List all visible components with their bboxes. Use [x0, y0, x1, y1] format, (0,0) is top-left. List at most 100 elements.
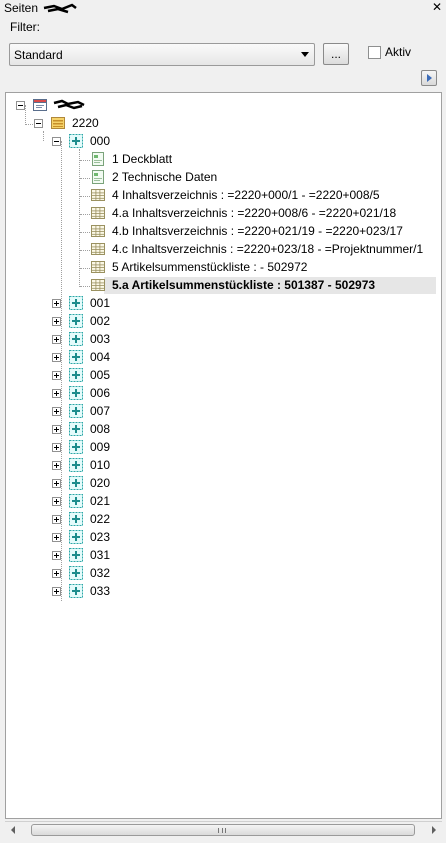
expand-toggle[interactable] [52, 317, 61, 326]
tree-page-item[interactable]: 4.a Inhaltsverzeichnis : =2220+008/6 - =… [68, 205, 438, 223]
tree-page-item[interactable]: 2 Technische Daten [68, 169, 438, 187]
expand-toggle[interactable] [52, 335, 61, 344]
tree-connector [80, 250, 90, 251]
tree-node-label: 2220 [72, 116, 99, 130]
collapse-toggle[interactable] [34, 119, 43, 128]
close-icon[interactable]: ✕ [430, 0, 444, 14]
structure-icon [69, 404, 83, 418]
structure-icon [69, 332, 83, 346]
scroll-right-icon[interactable] [432, 826, 436, 834]
collapse-toggle[interactable] [16, 101, 25, 110]
expand-toggle[interactable] [52, 497, 61, 506]
tree-node-003[interactable]: 003 [50, 331, 170, 349]
tree-node-001[interactable]: 001 [50, 295, 170, 313]
tree-node-label: 031 [90, 548, 111, 562]
tree-connector [80, 196, 90, 197]
active-checkbox-label[interactable]: Aktiv [385, 45, 411, 59]
expand-toggle[interactable] [52, 479, 61, 488]
page-table-icon [91, 243, 105, 255]
tree-node-010[interactable]: 010 [50, 457, 170, 475]
expand-toggle[interactable] [52, 587, 61, 596]
expand-toggle[interactable] [52, 569, 61, 578]
tree-node-020[interactable]: 020 [50, 475, 170, 493]
tree-node-007[interactable]: 007 [50, 403, 170, 421]
page-doc-icon [92, 170, 104, 184]
tree-node-004[interactable]: 004 [50, 349, 170, 367]
filter-select[interactable]: Standard [9, 43, 315, 66]
tree-node-000[interactable]: 000 [50, 133, 170, 151]
scroll-thumb[interactable] [31, 824, 415, 836]
tree-node-023[interactable]: 023 [50, 529, 170, 547]
tree-node-006[interactable]: 006 [50, 385, 170, 403]
expand-toggle[interactable] [52, 443, 61, 452]
tree-node-009[interactable]: 009 [50, 439, 170, 457]
expand-toggle[interactable] [52, 299, 61, 308]
redacted-scribble [53, 99, 85, 110]
tree-node-root[interactable] [14, 97, 214, 115]
tree-page-label: 5.a Artikelsummenstückliste : 501387 - 5… [112, 278, 376, 292]
filter-options-button[interactable]: ... [323, 43, 349, 65]
tree-page-label: 5 Artikelsummenstückliste : - 502972 [112, 260, 308, 274]
tree-connector [80, 286, 90, 287]
project-icon [33, 99, 47, 111]
page-doc-icon [92, 152, 104, 166]
tree-node-label: 004 [90, 350, 111, 364]
tree-node-label: 010 [90, 458, 111, 472]
structure-icon [69, 584, 83, 598]
scroll-left-icon[interactable] [11, 826, 15, 834]
collapse-toggle[interactable] [52, 137, 61, 146]
structure-icon [69, 386, 83, 400]
structure-icon [69, 476, 83, 490]
chevron-down-icon [301, 52, 309, 57]
expand-toggle[interactable] [52, 461, 61, 470]
tree-node-021[interactable]: 021 [50, 493, 170, 511]
tree-node-033[interactable]: 033 [50, 583, 170, 601]
tree-page-item[interactable]: 1 Deckblatt [68, 151, 438, 169]
expand-toggle[interactable] [52, 389, 61, 398]
structure-icon [69, 494, 83, 508]
tree-node-005[interactable]: 005 [50, 367, 170, 385]
expand-toggle[interactable] [52, 407, 61, 416]
tree-node-label: 002 [90, 314, 111, 328]
structure-icon [69, 566, 83, 580]
tree-page-label: 4.c Inhaltsverzeichnis : =2220+023/18 - … [112, 242, 424, 256]
tree-node-2220[interactable]: 2220 [32, 115, 152, 133]
tree-page-item[interactable]: 5 Artikelsummenstückliste : - 502972 [68, 259, 438, 277]
expand-toggle[interactable] [52, 425, 61, 434]
horizontal-scrollbar[interactable] [5, 821, 442, 838]
expand-toggle[interactable] [52, 533, 61, 542]
tree-node-031[interactable]: 031 [50, 547, 170, 565]
tree-connector [80, 178, 90, 179]
expand-toggle[interactable] [52, 353, 61, 362]
tree-page-label: 2 Technische Daten [112, 170, 218, 184]
page-tree[interactable]: 2220 000 1 Deckblatt 2 Technische Daten 4 … [5, 92, 442, 819]
structure-icon [69, 530, 83, 544]
tree-page-item[interactable]: 5.a Artikelsummenstückliste : 501387 - 5… [68, 277, 438, 295]
structure-icon [69, 314, 83, 328]
tree-page-item[interactable]: 4 Inhaltsverzeichnis : =2220+000/1 - =22… [68, 187, 438, 205]
tree-page-label: 1 Deckblatt [112, 152, 173, 166]
filter-select-value: Standard [14, 48, 63, 62]
active-checkbox[interactable] [368, 46, 381, 59]
title-bar: Seiten ✕ [0, 0, 446, 16]
expand-toggle[interactable] [52, 371, 61, 380]
page-table-icon [91, 261, 105, 273]
tree-node-label: 032 [90, 566, 111, 580]
tree-node-002[interactable]: 002 [50, 313, 170, 331]
structure-icon [69, 458, 83, 472]
tree-node-label: 007 [90, 404, 111, 418]
tree-node-022[interactable]: 022 [50, 511, 170, 529]
structure-icon [69, 350, 83, 364]
tree-node-032[interactable]: 032 [50, 565, 170, 583]
structure-icon [69, 512, 83, 526]
tree-node-label: 003 [90, 332, 111, 346]
expand-toggle[interactable] [52, 515, 61, 524]
grip-icon [218, 828, 226, 833]
tree-page-item[interactable]: 4.b Inhaltsverzeichnis : =2220+021/19 - … [68, 223, 438, 241]
tree-node-008[interactable]: 008 [50, 421, 170, 439]
tree-connector [80, 268, 90, 269]
expand-toggle[interactable] [52, 551, 61, 560]
tree-connector [80, 214, 90, 215]
tree-page-item[interactable]: 4.c Inhaltsverzeichnis : =2220+023/18 - … [68, 241, 438, 259]
navigate-forward-button[interactable] [421, 70, 437, 86]
